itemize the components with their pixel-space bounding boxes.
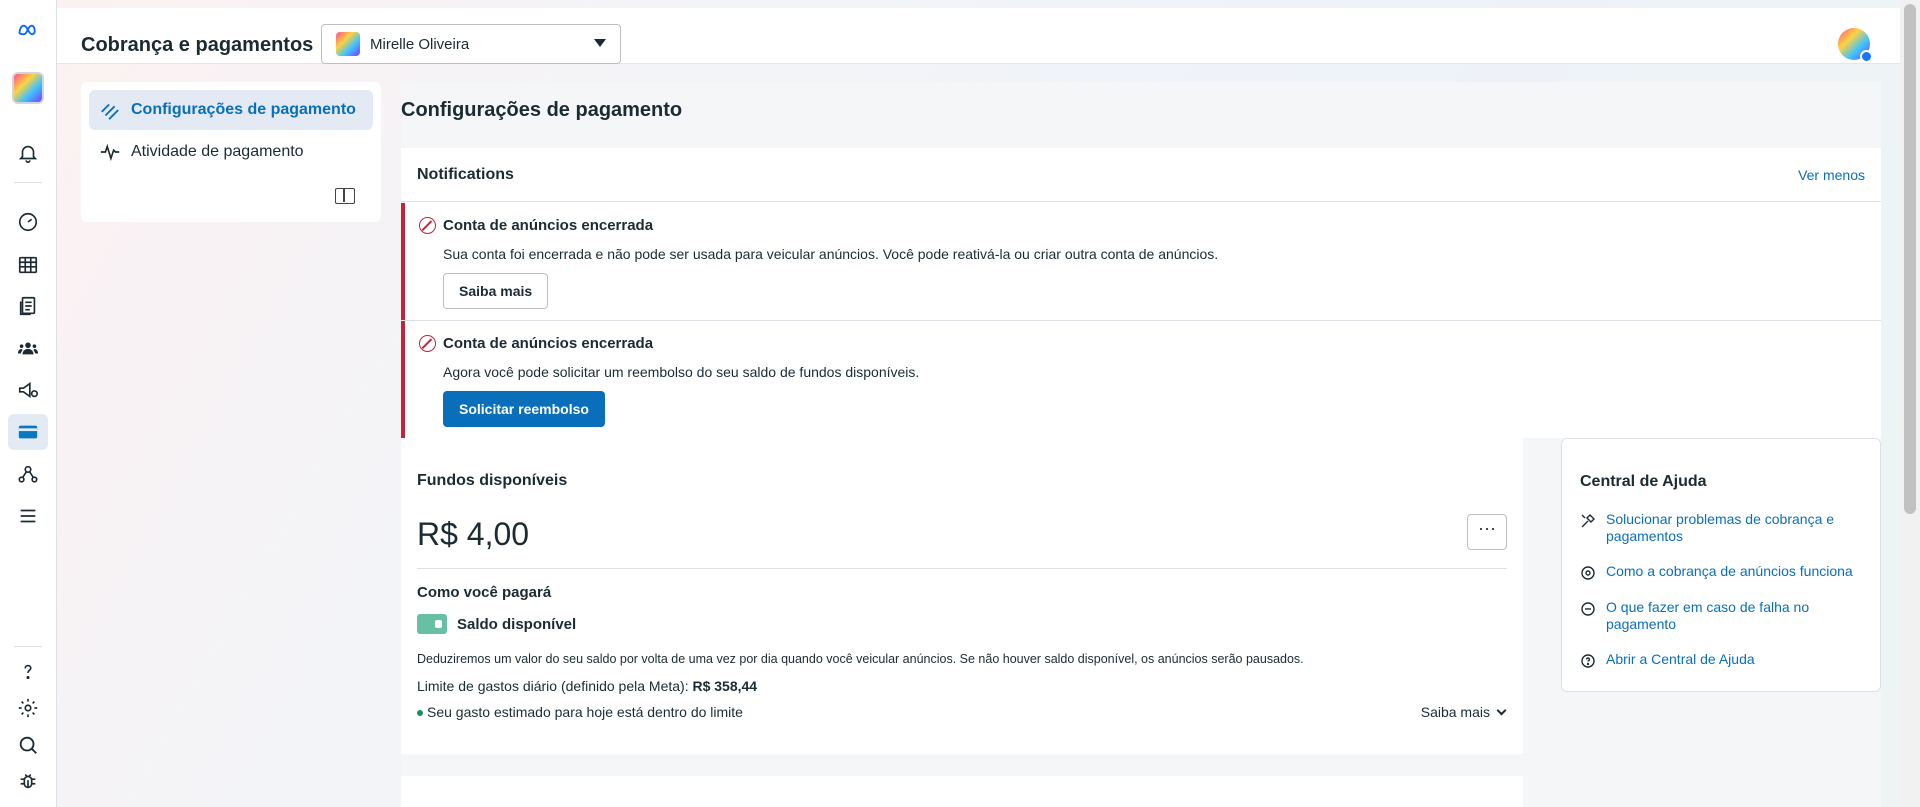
notification-description: Sua conta foi encerrada e não pode ser u… <box>443 246 1219 262</box>
business-network-icon[interactable] <box>8 456 48 492</box>
pencil-lines-icon <box>101 103 119 120</box>
campaign-megaphone-icon[interactable] <box>8 372 48 408</box>
notifications-title: Notifications <box>417 166 514 183</box>
nav-item-label: Atividade de pagamento <box>131 143 304 160</box>
funds-amount: R$ 4,00 <box>417 516 530 552</box>
available-funds-card: Fundos disponíveis R$ 4,00 ··· Como você… <box>401 438 1523 754</box>
status-dot-icon <box>417 710 423 717</box>
collapse-sidebar-icon[interactable] <box>335 188 355 204</box>
payment-method-description: Deduziremos um valor do seu saldo por vo… <box>417 652 1304 666</box>
next-card <box>401 776 1523 807</box>
account-mini-avatar <box>336 32 360 56</box>
question-circle-icon <box>1581 654 1595 668</box>
notification-title: Conta de anúncios encerrada <box>443 217 654 234</box>
help-question-icon[interactable] <box>8 654 48 690</box>
daily-spend-limit: Limite de gastos diário (definido pela M… <box>417 678 757 694</box>
main-content: Configurações de pagamento Notifications… <box>401 82 1881 807</box>
more-options-button[interactable]: ··· <box>1467 514 1507 550</box>
page-title: Cobrança e pagamentos <box>81 34 314 56</box>
billing-card-icon[interactable] <box>8 414 48 450</box>
notifications-bell-icon[interactable] <box>8 135 48 171</box>
limit-label: Limite de gastos diário (definido pela M… <box>417 678 693 694</box>
funds-divider <box>417 568 1507 569</box>
notification-item: Conta de anúncios encerrada Sua conta fo… <box>401 203 1881 320</box>
learn-more-label: Saiba mais <box>1420 704 1490 720</box>
top-bar: Cobrança e pagamentos Mirelle Oliveira <box>57 8 1900 64</box>
account-name: Mirelle Oliveira <box>370 35 470 53</box>
notifications-card: Notifications Ver menos Conta de anúncio… <box>401 148 1881 438</box>
help-link-label: Abrir a Central de Ajuda <box>1606 651 1755 667</box>
help-center-title: Central de Ajuda <box>1580 473 1707 490</box>
profile-avatar[interactable] <box>1838 28 1873 63</box>
scrollbar-thumb[interactable] <box>1904 4 1916 514</box>
help-link-open-help-center[interactable]: Abrir a Central de Ajuda <box>1580 651 1870 669</box>
settings-gear-icon[interactable] <box>8 690 48 726</box>
help-link-label: O que fazer em caso de falha no pagament… <box>1606 599 1810 632</box>
funds-title: Fundos disponíveis <box>417 472 568 489</box>
help-link-how-billing-works[interactable]: Como a cobrança de anúncios funciona <box>1580 563 1870 581</box>
rail-divider <box>14 646 42 647</box>
nav-item-label: Configurações de pagamento <box>131 101 356 118</box>
help-center-card: Central de Ajuda Solucionar problemas de… <box>1561 438 1881 692</box>
limit-value: R$ 358,44 <box>692 678 758 694</box>
page-scrollbar[interactable] <box>1900 0 1920 807</box>
menu-icon[interactable] <box>8 498 48 534</box>
spend-estimate-text: Seu gasto estimado para hoje está dentro… <box>427 704 743 720</box>
learn-more-button[interactable]: Saiba mais <box>443 273 549 309</box>
facebook-badge-icon <box>1860 50 1873 63</box>
meta-logo-icon[interactable] <box>8 12 48 48</box>
spend-estimate: Seu gasto estimado para hoje está dentro… <box>417 704 743 720</box>
payment-method-label: Saldo disponível <box>457 616 577 633</box>
minus-circle-icon <box>1581 602 1595 616</box>
notification-title: Conta de anúncios encerrada <box>443 335 654 352</box>
help-link-label: Como a cobrança de anúncios funciona <box>1606 563 1853 579</box>
table-grid-icon[interactable] <box>8 247 48 283</box>
billing-side-nav: Configurações de pagamento Atividade de … <box>81 82 381 222</box>
notification-item: Conta de anúncios encerrada Agora você p… <box>401 321 1881 438</box>
help-link-troubleshoot[interactable]: Solucionar problemas de cobrança e pagam… <box>1580 511 1870 545</box>
notification-description: Agora você pode solicitar um reembolso d… <box>443 364 920 380</box>
chevron-down-icon <box>1496 705 1507 716</box>
wallet-icon <box>417 614 447 634</box>
dashboard-gauge-icon[interactable] <box>8 204 48 240</box>
audience-people-icon[interactable] <box>8 330 48 366</box>
nav-item-payment-settings[interactable]: Configurações de pagamento <box>89 90 373 130</box>
prohibited-icon <box>419 335 436 352</box>
settings-cycle-icon <box>1581 566 1595 580</box>
activity-pulse-icon <box>100 143 120 162</box>
how-you-pay-label: Como você pagará <box>417 584 552 601</box>
chevron-down-icon <box>594 39 606 47</box>
left-rail <box>0 0 57 807</box>
pages-icon[interactable] <box>8 288 48 324</box>
nav-item-payment-activity[interactable]: Atividade de pagamento <box>89 132 373 172</box>
learn-more-toggle[interactable]: Saiba mais <box>1420 704 1507 720</box>
request-refund-button[interactable]: Solicitar reembolso <box>443 391 605 427</box>
rail-divider <box>14 182 42 183</box>
see-less-link[interactable]: Ver menos <box>1798 167 1865 183</box>
prohibited-icon <box>419 217 436 234</box>
notifications-header: Notifications Ver menos <box>401 148 1881 202</box>
help-link-payment-failure[interactable]: O que fazer em caso de falha no pagament… <box>1580 599 1870 633</box>
section-title: Configurações de pagamento <box>401 99 683 121</box>
account-selector[interactable]: Mirelle Oliveira <box>321 24 621 64</box>
search-icon[interactable] <box>8 727 48 763</box>
help-link-label: Solucionar problemas de cobrança e pagam… <box>1606 511 1835 544</box>
bug-icon[interactable] <box>8 763 48 799</box>
tools-icon <box>1581 514 1595 528</box>
account-avatar[interactable] <box>12 72 44 104</box>
